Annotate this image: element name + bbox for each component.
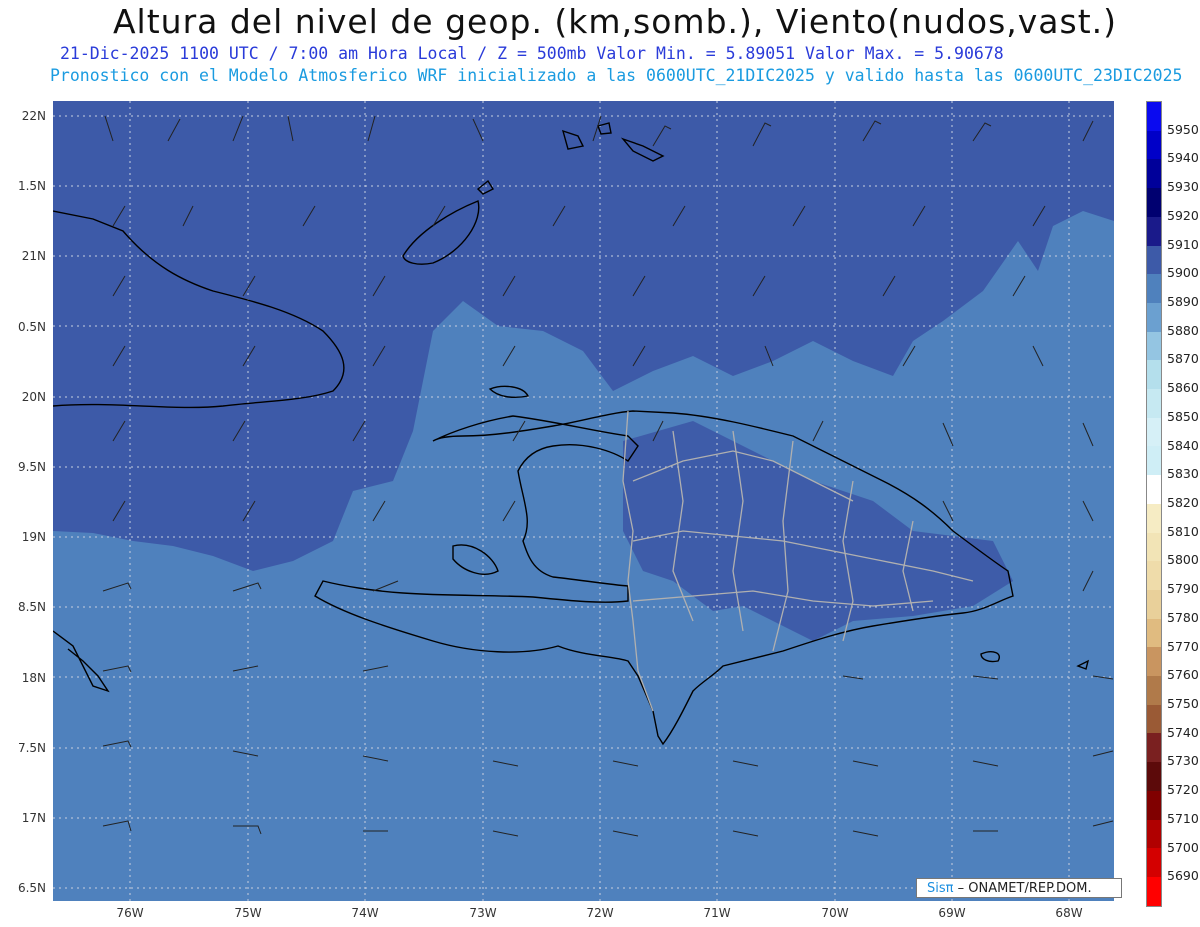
colorbar-segment xyxy=(1147,532,1161,562)
colorbar-label: 5890 xyxy=(1167,294,1199,309)
colorbar-label: 5750 xyxy=(1167,696,1199,711)
colorbar-label: 5710 xyxy=(1167,810,1199,826)
lat-label: 18N xyxy=(21,671,46,685)
colorbar-segment xyxy=(1147,647,1161,677)
weather-map xyxy=(53,101,1114,901)
colorbar-segment xyxy=(1147,561,1161,590)
colorbar-segment xyxy=(1147,102,1161,131)
subtitle-forecast-time: 21-Dic-2025 1100 UTC / 7:00 am Hora Loca… xyxy=(60,44,1004,63)
colorbar-label: 5720 xyxy=(1167,782,1199,798)
colorbar-segment xyxy=(1147,676,1161,705)
colorbar-segment xyxy=(1147,618,1161,648)
colorbar-segment xyxy=(1147,302,1161,332)
lon-label: 75W xyxy=(234,906,262,920)
colorbar-label: 5740 xyxy=(1167,724,1199,740)
colorbar-label: 5900 xyxy=(1167,265,1199,281)
lat-label: 1.5N xyxy=(17,179,46,193)
colorbar-label: 5730 xyxy=(1167,753,1199,769)
colorbar-label: 5780 xyxy=(1167,609,1199,625)
lat-label: 8.5N xyxy=(17,600,46,614)
colorbar xyxy=(1146,101,1162,907)
lat-label: 0.5N xyxy=(17,320,46,334)
colorbar-label: 5930 xyxy=(1167,179,1199,195)
lon-label: 72W xyxy=(586,906,614,920)
colorbar-label: 5940 xyxy=(1167,150,1199,166)
colorbar-segment xyxy=(1147,389,1161,418)
colorbar-segment xyxy=(1147,130,1161,160)
lat-label: 21N xyxy=(21,249,46,263)
credit-text: – ONAMET/REP.DOM. xyxy=(953,881,1092,896)
chart-title: Altura del nivel de geop. (km,somb.), Vi… xyxy=(112,2,1118,41)
colorbar-segment xyxy=(1147,819,1161,849)
colorbar-label: 5880 xyxy=(1167,322,1199,338)
lat-label: 22N xyxy=(21,109,46,123)
colorbar-segment xyxy=(1147,360,1161,390)
colorbar-label: 5690 xyxy=(1167,868,1199,884)
colorbar-segment xyxy=(1147,159,1161,189)
lon-label: 68W xyxy=(1055,906,1083,920)
lon-label: 74W xyxy=(351,906,379,920)
colorbar-segment xyxy=(1147,417,1161,447)
colorbar-segment xyxy=(1147,446,1161,476)
colorbar-segment xyxy=(1147,331,1161,361)
subtitle-model-info: Pronostico con el Modelo Atmosferico WRF… xyxy=(50,66,1183,85)
credit-box: Sisπ – ONAMET/REP.DOM. xyxy=(916,878,1122,898)
colorbar-label: 5820 xyxy=(1167,495,1199,510)
colorbar-label: 5850 xyxy=(1167,408,1199,424)
colorbar-segment xyxy=(1147,245,1161,275)
colorbar-label: 5910 xyxy=(1167,236,1199,252)
colorbar-label: 5830 xyxy=(1167,466,1199,482)
colorbar-segment xyxy=(1147,475,1161,504)
colorbar-segment xyxy=(1147,733,1161,763)
colorbar-segment xyxy=(1147,274,1161,303)
lat-label: 6.5N xyxy=(17,881,46,895)
colorbar-segment xyxy=(1147,188,1161,217)
lat-label: 20N xyxy=(21,390,46,404)
colorbar-segment xyxy=(1147,704,1161,734)
lat-label: 9.5N xyxy=(17,460,46,474)
colorbar-label: 5700 xyxy=(1167,839,1199,855)
lat-label: 7.5N xyxy=(17,741,46,755)
colorbar-label: 5840 xyxy=(1167,437,1199,453)
lon-label: 70W xyxy=(821,906,849,920)
lon-label: 76W xyxy=(116,906,144,920)
colorbar-label: 5810 xyxy=(1167,523,1199,539)
colorbar-segment xyxy=(1147,589,1161,619)
colorbar-label: 5770 xyxy=(1167,638,1199,654)
colorbar-label: 5760 xyxy=(1167,667,1199,683)
lon-label: 69W xyxy=(938,906,966,920)
colorbar-label: 5950 xyxy=(1167,121,1199,137)
colorbar-label: 5790 xyxy=(1167,581,1199,597)
colorbar-label: 5870 xyxy=(1167,351,1199,367)
colorbar-label: 5800 xyxy=(1167,552,1199,568)
colorbar-segment xyxy=(1147,876,1161,906)
lat-label: 19N xyxy=(21,530,46,544)
colorbar-segment xyxy=(1147,503,1161,533)
lat-label: 17N xyxy=(21,811,46,825)
lon-label: 73W xyxy=(469,906,497,920)
colorbar-label: 5920 xyxy=(1167,207,1199,223)
lon-label: 71W xyxy=(703,906,731,920)
colorbar-segment xyxy=(1147,790,1161,820)
colorbar-segment xyxy=(1147,848,1161,877)
colorbar-segment xyxy=(1147,216,1161,246)
colorbar-label: 5860 xyxy=(1167,380,1199,396)
credit-logo: Sisπ xyxy=(927,881,954,896)
colorbar-segment xyxy=(1147,762,1161,791)
